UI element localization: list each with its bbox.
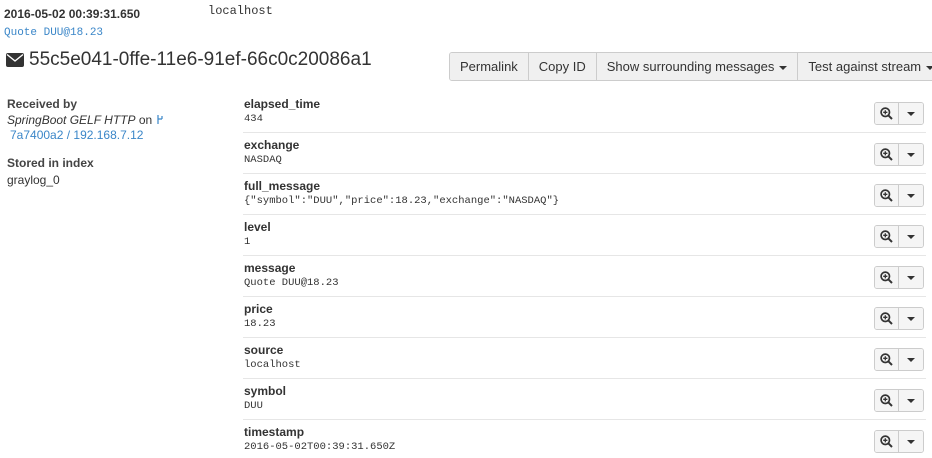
message-timestamp: 2016-05-02 00:39:31.650 — [4, 7, 141, 21]
field-value: DUU — [244, 400, 263, 412]
field-dropdown-button[interactable] — [899, 267, 923, 288]
zoom-in-icon — [880, 107, 893, 120]
envelope-icon — [6, 53, 24, 67]
field-row: symbol DUU — [243, 379, 926, 420]
field-value: 2016-05-02T00:39:31.650Z — [244, 441, 396, 453]
zoom-in-icon — [880, 189, 893, 202]
field-name: message — [244, 261, 296, 275]
caret-down-icon — [926, 65, 932, 70]
on-text: on — [138, 113, 153, 127]
caret-down-icon — [907, 439, 915, 444]
field-dropdown-button[interactable] — [899, 390, 923, 411]
field-name: elapsed_time — [244, 97, 321, 111]
message-id: 55c5e041-0ffe-11e6-91ef-66c0c20086a1 — [29, 49, 372, 70]
field-name: price — [244, 302, 273, 316]
field-actions — [874, 389, 924, 412]
message-metadata: Received by SpringBoot GELF HTTP on 7a74… — [7, 97, 227, 187]
show-surrounding-button[interactable]: Show surrounding messages — [596, 53, 799, 80]
field-actions — [874, 348, 924, 371]
field-row: elapsed_time 434 — [243, 92, 926, 133]
field-value: NASDAQ — [244, 154, 282, 166]
field-actions — [874, 266, 924, 289]
field-dropdown-button[interactable] — [899, 226, 923, 247]
field-dropdown-button[interactable] — [899, 185, 923, 206]
field-actions — [874, 143, 924, 166]
permalink-button[interactable]: Permalink — [450, 53, 529, 80]
caret-down-icon — [907, 357, 915, 362]
caret-down-icon — [907, 275, 915, 280]
zoom-in-button[interactable] — [875, 349, 899, 370]
zoom-in-icon — [880, 312, 893, 325]
field-dropdown-button[interactable] — [899, 349, 923, 370]
caret-down-icon — [907, 234, 915, 239]
field-dropdown-button[interactable] — [899, 103, 923, 124]
field-dropdown-button[interactable] — [899, 431, 923, 452]
zoom-in-icon — [880, 353, 893, 366]
index-name: graylog_0 — [7, 173, 60, 187]
field-name: symbol — [244, 384, 287, 398]
field-name: full_message — [244, 179, 321, 193]
caret-down-icon — [907, 316, 915, 321]
message-fields: elapsed_time 434 exchange NASDAQ full_messag… — [243, 92, 926, 458]
show-surrounding-label: Show surrounding messages — [606, 59, 775, 74]
field-value: 434 — [244, 113, 263, 125]
zoom-in-icon — [880, 271, 893, 284]
field-row: source localhost — [243, 338, 926, 379]
sitemap-icon — [156, 115, 163, 124]
zoom-in-button[interactable] — [875, 431, 899, 452]
zoom-in-icon — [880, 435, 893, 448]
field-name: timestamp — [244, 425, 305, 439]
caret-down-icon — [779, 65, 788, 70]
copy-id-label: Copy ID — [538, 59, 586, 74]
input-name: SpringBoot GELF HTTP — [7, 113, 136, 127]
field-row: price 18.23 — [243, 297, 926, 338]
field-actions — [874, 430, 924, 453]
field-row: message Quote DUU@18.23 — [243, 256, 926, 297]
message-source: localhost — [208, 4, 273, 18]
zoom-in-button[interactable] — [875, 103, 899, 124]
caret-down-icon — [907, 111, 915, 116]
field-value: 1 — [244, 236, 251, 248]
field-actions — [874, 102, 924, 125]
permalink-label: Permalink — [460, 59, 518, 74]
field-row: timestamp 2016-05-02T00:39:31.650Z — [243, 420, 926, 458]
field-row: full_message {"symbol":"DUU","price":18.2… — [243, 174, 926, 215]
message-actions: Permalink Copy ID Show surrounding messa… — [449, 52, 932, 81]
field-dropdown-button[interactable] — [899, 308, 923, 329]
test-stream-button[interactable]: Test against stream — [798, 53, 932, 80]
zoom-in-icon — [880, 230, 893, 243]
received-by-label: Received by — [7, 97, 78, 111]
stored-index-label: Stored in index — [7, 156, 94, 170]
message-title: 55c5e041-0ffe-11e6-91ef-66c0c20086a1 — [6, 49, 372, 71]
zoom-in-button[interactable] — [875, 185, 899, 206]
node-link[interactable]: 7a7400a2 / 192.168.7.12 — [10, 128, 143, 142]
caret-down-icon — [907, 398, 915, 403]
message-summary-link[interactable]: Quote DUU@18.23 — [4, 27, 103, 39]
field-value: Quote DUU@18.23 — [244, 277, 339, 289]
field-dropdown-button[interactable] — [899, 144, 923, 165]
test-stream-label: Test against stream — [808, 59, 922, 74]
field-actions — [874, 225, 924, 248]
field-value: {"symbol":"DUU","price":18.23,"exchange"… — [244, 195, 560, 207]
zoom-in-button[interactable] — [875, 226, 899, 247]
zoom-in-icon — [880, 394, 893, 407]
zoom-in-button[interactable] — [875, 308, 899, 329]
zoom-in-button[interactable] — [875, 267, 899, 288]
field-row: level 1 — [243, 215, 926, 256]
field-value: 18.23 — [244, 318, 276, 330]
zoom-in-button[interactable] — [875, 390, 899, 411]
field-name: level — [244, 220, 271, 234]
copy-id-button[interactable]: Copy ID — [528, 53, 597, 80]
field-actions — [874, 307, 924, 330]
field-row: exchange NASDAQ — [243, 133, 926, 174]
zoom-in-icon — [880, 148, 893, 161]
field-actions — [874, 184, 924, 207]
caret-down-icon — [907, 193, 915, 198]
field-name: exchange — [244, 138, 300, 152]
field-name: source — [244, 343, 284, 357]
zoom-in-button[interactable] — [875, 144, 899, 165]
field-value: localhost — [244, 359, 301, 371]
caret-down-icon — [907, 152, 915, 157]
